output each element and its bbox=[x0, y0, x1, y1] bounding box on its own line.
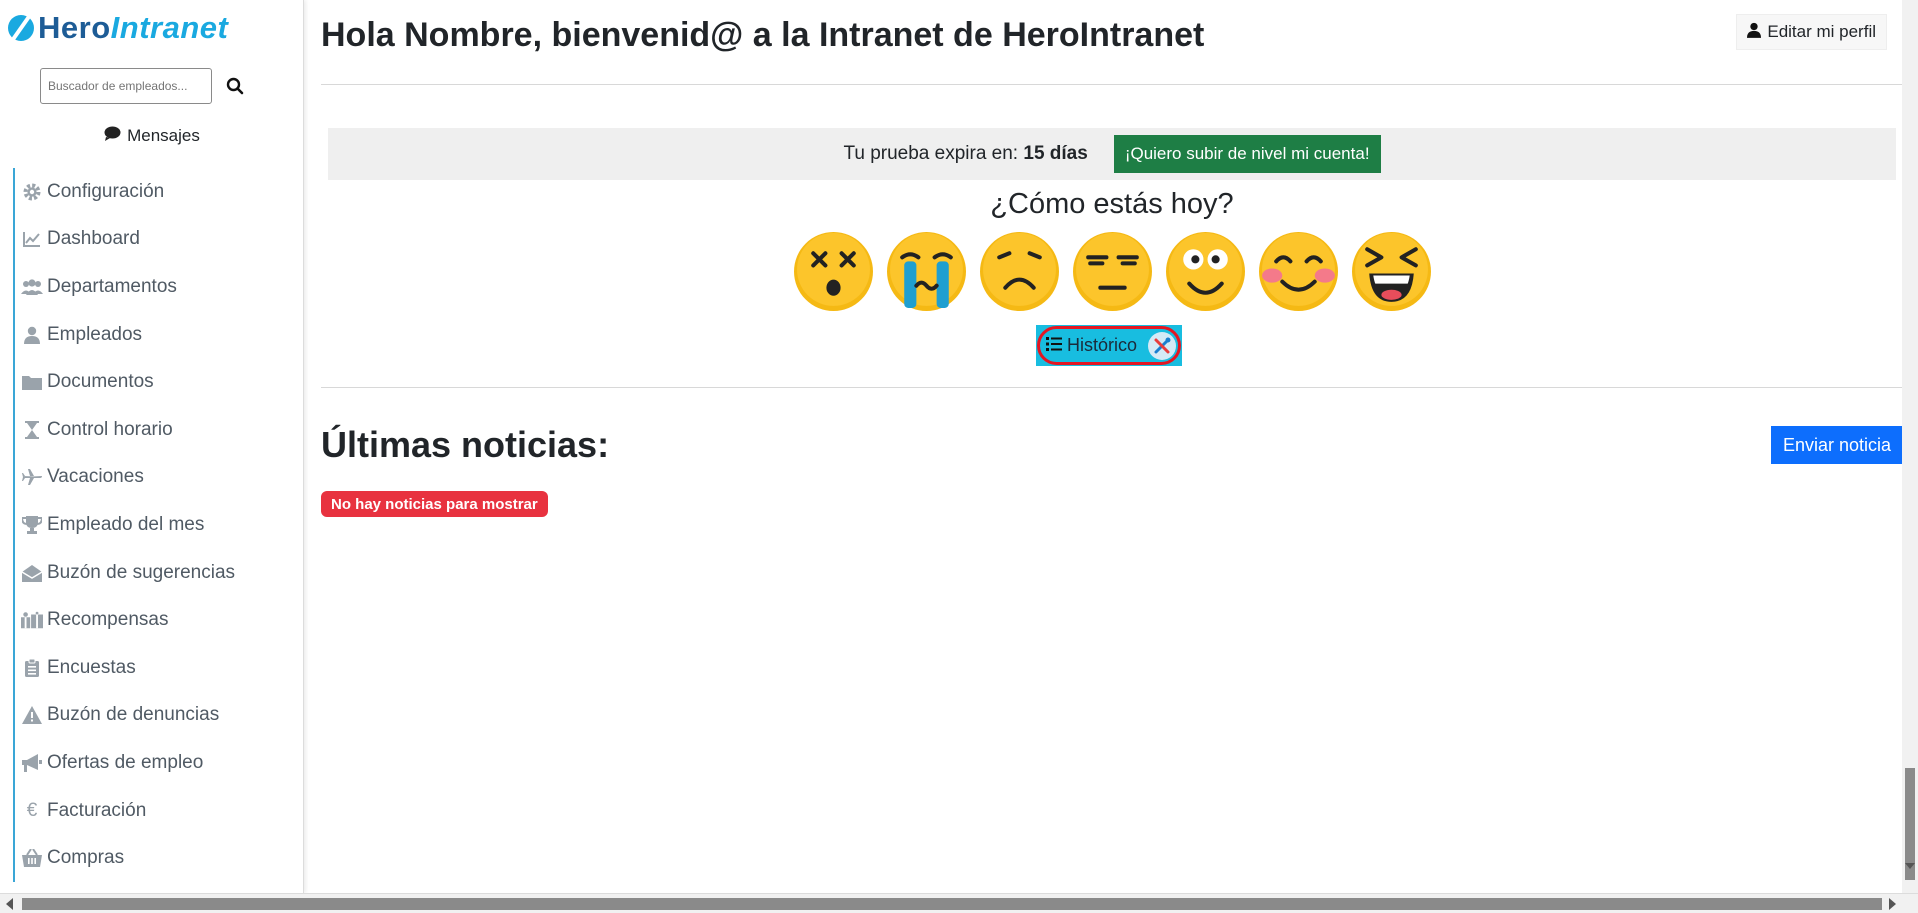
comment-icon bbox=[104, 126, 121, 146]
sidebar-item-label: Documentos bbox=[47, 371, 154, 393]
messages-label: Mensajes bbox=[127, 126, 200, 145]
greeting-middle: , bienvenid@ a la Intranet de bbox=[532, 16, 1003, 54]
mood-title: ¿Cómo estás hoy? bbox=[990, 188, 1234, 220]
search-icon[interactable] bbox=[220, 71, 250, 101]
sidebar-item-facturacion[interactable]: € Facturación bbox=[13, 786, 298, 835]
hourglass-icon bbox=[21, 420, 43, 440]
mood-selector bbox=[793, 231, 1432, 312]
sidebar-item-configuracion[interactable]: Configuración bbox=[13, 168, 298, 216]
sidebar-item-label: Departamentos bbox=[47, 275, 177, 297]
edit-profile-button[interactable]: Editar mi perfil bbox=[1736, 14, 1887, 50]
sidebar-item-vacaciones[interactable]: Vacaciones bbox=[13, 453, 298, 502]
upgrade-account-button[interactable]: ¡Quiero subir de nivel mi cuenta! bbox=[1113, 135, 1381, 173]
clipboard-icon bbox=[21, 658, 43, 678]
no-news-badge: No hay noticias para mostrar bbox=[321, 491, 548, 517]
user-icon bbox=[21, 325, 43, 345]
sidebar-item-control-horario[interactable]: Control horario bbox=[13, 405, 298, 454]
mood-laughing-icon[interactable] bbox=[1351, 231, 1432, 312]
mood-happy-icon[interactable] bbox=[1165, 231, 1246, 312]
sidebar-item-label: Empleados bbox=[47, 323, 143, 345]
logo-mark-icon bbox=[8, 15, 34, 41]
main-content: Hola Nombre, bienvenid@ a la Intranet de… bbox=[321, 0, 1903, 893]
sidebar-item-ofertas-empleo[interactable]: Ofertas de empleo bbox=[13, 739, 298, 787]
sidebar-item-label: Buzón de sugerencias bbox=[47, 561, 236, 583]
news-title: Últimas noticias: bbox=[321, 424, 610, 465]
company-name: HeroIntranet bbox=[1002, 16, 1205, 54]
sidebar-item-encuestas[interactable]: Encuestas bbox=[13, 643, 298, 692]
vertical-scrollbar[interactable] bbox=[1902, 0, 1918, 893]
sidebar-menu: Configuración Dashboard Departamentos Em… bbox=[13, 168, 298, 882]
sidebar-item-label: Facturación bbox=[47, 799, 147, 821]
mood-sad-icon[interactable] bbox=[979, 231, 1060, 312]
trial-days: 15 días bbox=[1023, 143, 1088, 164]
scroll-right-arrow-icon[interactable] bbox=[1889, 898, 1896, 910]
folder-icon bbox=[21, 372, 43, 392]
chart-line-icon bbox=[21, 229, 43, 249]
bullhorn-icon bbox=[21, 753, 43, 773]
trial-prefix: Tu prueba expira en: bbox=[843, 143, 1019, 164]
sidebar-item-label: Configuración bbox=[47, 180, 165, 202]
euro-icon: € bbox=[26, 799, 38, 821]
brand-hero: Hero bbox=[38, 10, 111, 45]
gear-icon bbox=[21, 182, 43, 202]
sidebar-item-dashboard[interactable]: Dashboard bbox=[13, 215, 298, 264]
greeting-prefix: Hola bbox=[321, 16, 405, 54]
sidebar-item-label: Ofertas de empleo bbox=[47, 751, 204, 773]
page-title: Hola Nombre, bienvenid@ a la Intranet de… bbox=[321, 16, 1204, 55]
history-highlight: Histórico bbox=[1036, 325, 1182, 366]
basket-icon bbox=[21, 848, 43, 868]
sidebar-item-label: Dashboard bbox=[47, 228, 140, 250]
sidebar-item-compras[interactable]: Compras bbox=[13, 834, 298, 882]
divider bbox=[321, 84, 1903, 85]
sidebar-item-buzon-sugerencias[interactable]: Buzón de sugerencias bbox=[13, 548, 298, 597]
users-icon bbox=[21, 277, 43, 297]
sidebar-item-departamentos[interactable]: Departamentos bbox=[13, 263, 298, 311]
sidebar-item-label: Empleado del mes bbox=[47, 513, 205, 535]
trial-text: Tu prueba expira en: 15 días bbox=[843, 143, 1087, 165]
send-news-button[interactable]: Enviar noticia bbox=[1770, 426, 1903, 464]
tools-icon bbox=[1148, 331, 1176, 360]
sidebar-item-label: Buzón de denuncias bbox=[47, 704, 220, 726]
edit-profile-label: Editar mi perfil bbox=[1767, 22, 1876, 41]
list-icon bbox=[1045, 335, 1062, 356]
sidebar-item-documentos[interactable]: Documentos bbox=[13, 358, 298, 406]
divider bbox=[321, 387, 1903, 388]
messages-link[interactable]: Mensajes bbox=[0, 126, 304, 146]
brand-intranet: Intranet bbox=[110, 10, 229, 45]
sidebar-item-label: Compras bbox=[47, 847, 125, 869]
gifts-icon bbox=[21, 610, 43, 630]
mood-crying-icon[interactable] bbox=[886, 231, 967, 312]
trophy-icon bbox=[21, 515, 43, 535]
history-label: Histórico bbox=[1066, 335, 1137, 355]
trial-banner: Tu prueba expira en: 15 días ¡Quiero sub… bbox=[328, 128, 1896, 180]
employee-search bbox=[40, 68, 250, 104]
horizontal-scrollbar-thumb[interactable] bbox=[22, 898, 1882, 910]
plane-icon bbox=[21, 467, 43, 487]
mood-dizzy-icon[interactable] bbox=[793, 231, 874, 312]
sidebar-item-label: Vacaciones bbox=[47, 466, 144, 488]
envelope-open-icon bbox=[21, 563, 43, 583]
sidebar: HeroIntranet Mensajes Configuración Dash… bbox=[0, 0, 304, 893]
user-icon bbox=[1747, 22, 1762, 43]
sidebar-item-buzon-denuncias[interactable]: Buzón de denuncias bbox=[13, 691, 298, 740]
brand-logo[interactable]: Hero Intranet bbox=[8, 10, 228, 46]
scroll-down-arrow-icon[interactable] bbox=[1905, 863, 1915, 869]
mood-neutral-icon[interactable] bbox=[1072, 231, 1153, 312]
mood-blushing-icon[interactable] bbox=[1258, 231, 1339, 312]
employee-search-input[interactable] bbox=[40, 68, 212, 104]
sidebar-item-label: Encuestas bbox=[47, 656, 136, 678]
sidebar-item-label: Recompensas bbox=[47, 609, 169, 631]
user-name: Nombre bbox=[404, 16, 533, 54]
sidebar-item-recompensas[interactable]: Recompensas bbox=[13, 596, 298, 644]
history-button[interactable]: Histórico bbox=[1042, 331, 1176, 360]
warning-icon bbox=[21, 705, 43, 725]
sidebar-item-label: Control horario bbox=[47, 418, 173, 440]
sidebar-item-empleado-del-mes[interactable]: Empleado del mes bbox=[13, 501, 298, 549]
scroll-left-arrow-icon[interactable] bbox=[6, 898, 13, 910]
sidebar-item-empleados[interactable]: Empleados bbox=[13, 310, 298, 359]
horizontal-scrollbar[interactable] bbox=[0, 893, 1918, 913]
